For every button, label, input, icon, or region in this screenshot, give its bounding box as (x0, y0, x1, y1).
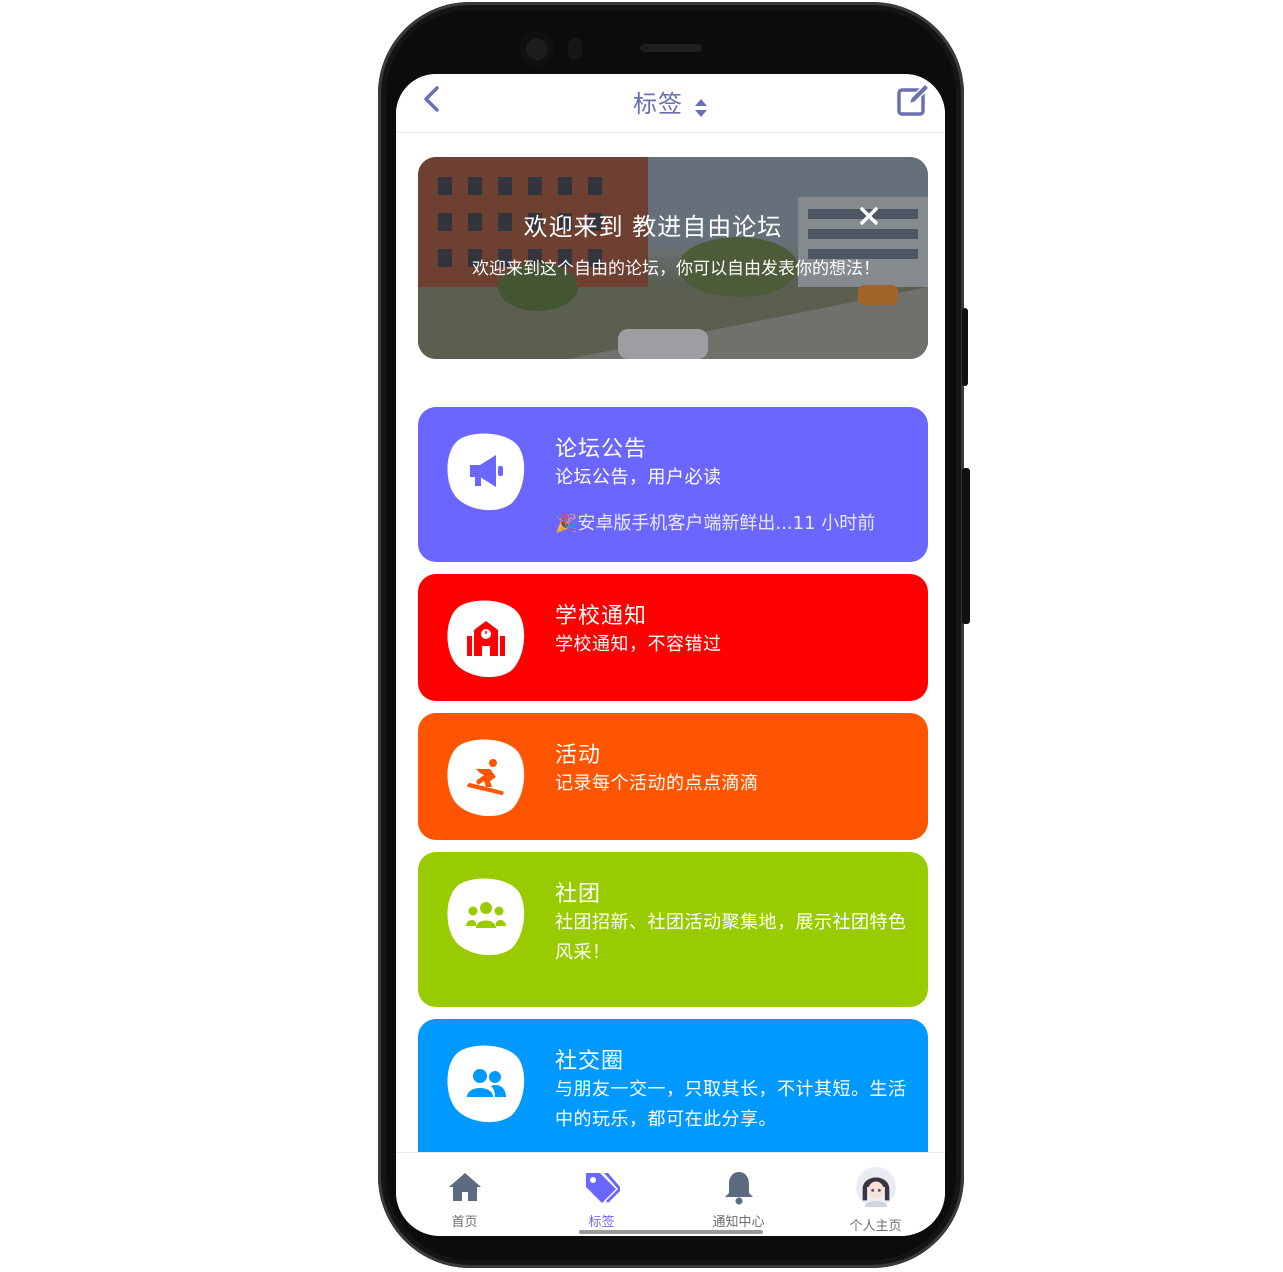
welcome-banner: 欢迎来到 教进自由论坛 欢迎来到这个自由的论坛，你可以自由发表你的想法！ (418, 157, 928, 359)
title-dropdown[interactable]: 标签 (396, 84, 945, 119)
category-card-activities[interactable]: 活动 记录每个活动的点点滴滴 (418, 713, 928, 840)
screen: 标签 欢迎来到 教进自由论坛 欢迎来到这个自由的论坛，你可以自由发表你的想法！ … (396, 74, 945, 1236)
megaphone-icon (470, 455, 503, 487)
user-friends-icon (467, 1069, 506, 1097)
home-indicator (579, 1230, 763, 1234)
tab-label: 通知中心 (712, 1215, 765, 1230)
category-description: 社团招新、社团活动聚集地，展示社团特色风采！ (555, 912, 907, 963)
category-icon-badge (446, 1043, 526, 1123)
users-icon (466, 902, 506, 928)
category-description: 学校通知，不容错过 (555, 634, 722, 655)
tab-home[interactable]: 首页 (396, 1153, 533, 1236)
avatar (855, 1167, 896, 1207)
category-icon-badge (446, 431, 526, 511)
close-icon[interactable] (858, 205, 880, 227)
tab-tags[interactable]: 标签 (533, 1153, 670, 1236)
sort-icon (695, 98, 708, 117)
category-description: 记录每个活动的点点滴滴 (555, 773, 759, 794)
category-title: 论坛公告 (555, 437, 648, 462)
latest-topic-link[interactable]: 🎉安卓版手机客户端新鲜出...11 小时前 (555, 509, 875, 535)
banner-title: 欢迎来到 教进自由论坛 (523, 213, 783, 241)
home-icon (448, 1173, 481, 1201)
tab-label: 首页 (451, 1215, 478, 1230)
tab-profile[interactable]: 个人主页 (807, 1153, 944, 1236)
category-icon-badge (446, 876, 526, 956)
page-title: 标签 (632, 90, 683, 118)
bell-icon (724, 1172, 753, 1205)
power-button (962, 308, 968, 386)
category-card-school-notices[interactable]: 学校通知 学校通知，不容错过 (418, 574, 928, 701)
earpiece-speaker (640, 44, 702, 52)
category-card-clubs[interactable]: 社团 社团招新、社团活动聚集地，展示社团特色风采！ (418, 852, 928, 1007)
banner-text: 欢迎来到这个自由的论坛，你可以自由发表你的想法！ (472, 259, 880, 279)
tab-notifications[interactable]: 通知中心 (670, 1153, 807, 1236)
category-card-announcements[interactable]: 论坛公告 论坛公告，用户必读 🎉安卓版手机客户端新鲜出...11 小时前 (418, 407, 928, 562)
category-title: 社交圈 (555, 1049, 625, 1074)
tab-label: 标签 (588, 1215, 615, 1230)
snowboarding-icon (467, 759, 504, 795)
school-icon (467, 621, 505, 656)
tags-icon (585, 1173, 620, 1203)
category-description: 论坛公告，用户必读 (555, 467, 722, 488)
category-description: 与朋友一交一，只取其长，不计其短。生活中的玩乐，都可在此分享。 (555, 1079, 907, 1130)
category-title: 社团 (555, 882, 602, 907)
top-bar: 标签 (396, 74, 945, 133)
edit-icon[interactable] (895, 82, 931, 118)
bottom-tab-bar: 首页 标签 通知中心 个人主页 (396, 1152, 945, 1236)
category-icon-badge (446, 737, 526, 817)
front-camera (520, 32, 554, 66)
category-title: 学校通知 (555, 604, 648, 629)
category-title: 活动 (555, 743, 602, 768)
volume-button (962, 468, 970, 624)
sensor (568, 38, 582, 60)
tab-label: 个人主页 (849, 1219, 902, 1234)
category-icon-badge (446, 598, 526, 678)
